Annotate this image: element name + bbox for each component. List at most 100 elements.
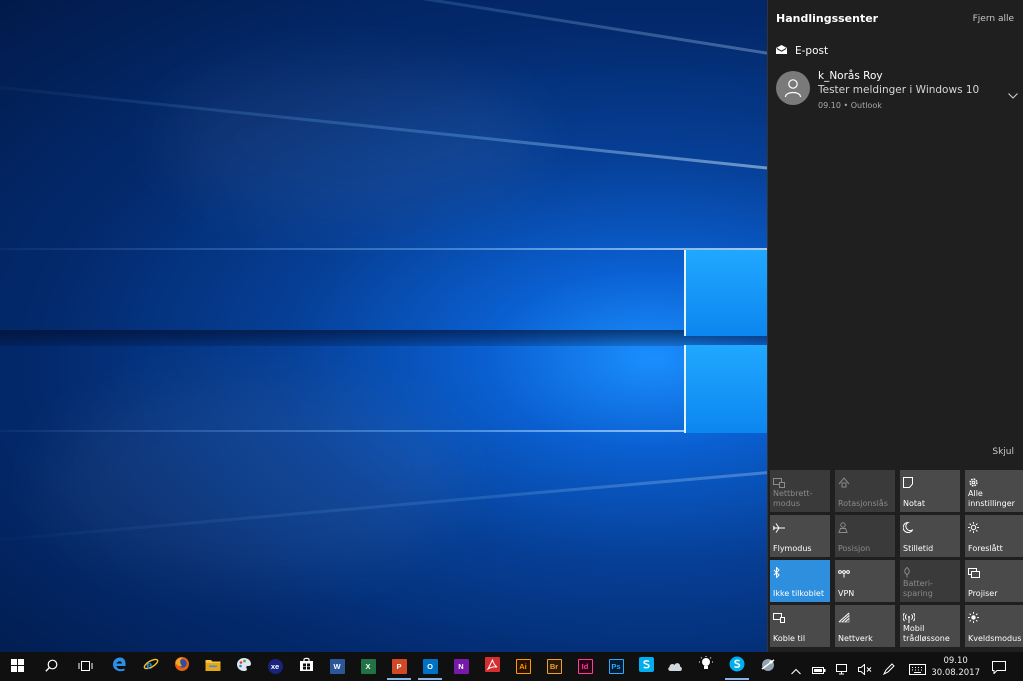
- notification-body: Tester meldinger i Windows 10: [818, 84, 980, 96]
- outlook-icon: O: [422, 658, 438, 674]
- taskbar-onenote[interactable]: N: [451, 656, 471, 676]
- task-view-icon: [78, 657, 93, 676]
- taskbar-paint[interactable]: [234, 656, 254, 676]
- start-button[interactable]: [7, 656, 27, 676]
- lightbulb-icon: [699, 656, 713, 676]
- windows-logo-icon: [10, 657, 24, 676]
- onenote-icon: N: [453, 658, 469, 674]
- project-tile[interactable]: Projiser: [965, 560, 1023, 602]
- taskbar-tips[interactable]: [696, 656, 716, 676]
- taskbar-bridge[interactable]: Br: [544, 656, 564, 676]
- skype-business-icon: [729, 656, 745, 676]
- bluetooth-tile[interactable]: Ikke tilkoblet: [770, 560, 830, 602]
- keyboard-icon[interactable]: [909, 660, 926, 679]
- taskbar-excel[interactable]: X: [358, 656, 378, 676]
- bridge-icon: Br: [546, 658, 562, 674]
- taskbar: e xe W X P O N Ai Br Id Ps 09.10 30.08.2…: [0, 652, 1023, 681]
- xe-icon: xe: [267, 658, 283, 674]
- svg-text:e: e: [146, 657, 152, 672]
- action-center-icon[interactable]: [992, 659, 1006, 678]
- satellite-icon: [760, 657, 776, 676]
- taskbar-store[interactable]: [296, 656, 316, 676]
- note-icon: [903, 473, 913, 492]
- windows-logo-pane-bottom: [686, 345, 767, 433]
- chevron-down-icon[interactable]: [1008, 84, 1018, 103]
- taskbar-powerpoint[interactable]: P: [387, 656, 411, 680]
- notification-meta: 09.10 • Outlook: [818, 101, 882, 110]
- pen-workspace-icon[interactable]: [882, 660, 895, 679]
- taskbar-pinned-app[interactable]: [758, 656, 778, 676]
- collapse-button[interactable]: Skjul: [992, 447, 1014, 457]
- clock-time: 09.10: [943, 656, 968, 666]
- internet-explorer-icon: e: [143, 656, 159, 676]
- search-icon: [44, 657, 58, 676]
- suggested-tile[interactable]: Foreslått: [965, 515, 1023, 557]
- taskbar-firefox[interactable]: [172, 656, 192, 676]
- taskbar-internet-explorer[interactable]: e: [141, 656, 161, 676]
- taskbar-cloud-app[interactable]: [665, 656, 685, 676]
- taskbar-skype-business[interactable]: [725, 656, 749, 680]
- wifi-icon: [838, 608, 850, 627]
- airplane-icon: [773, 518, 785, 537]
- notification-group-header[interactable]: E-post: [776, 45, 828, 57]
- mobile-hotspot-tile[interactable]: Mobil trådløssone: [900, 605, 960, 647]
- battery-saver-tile[interactable]: Batteri- sparing: [900, 560, 960, 602]
- store-bag-icon: [299, 657, 314, 676]
- running-indicator: [418, 678, 442, 680]
- taskbar-indesign[interactable]: Id: [575, 656, 595, 676]
- notification-group-label: E-post: [795, 45, 829, 57]
- powerpoint-icon: P: [391, 658, 407, 674]
- folder-icon: [205, 657, 221, 676]
- airplane-mode-tile[interactable]: Flymodus: [770, 515, 830, 557]
- volume-muted-icon[interactable]: [858, 660, 872, 679]
- taskbar-illustrator[interactable]: Ai: [513, 656, 533, 676]
- connect-tile[interactable]: Koble til: [770, 605, 830, 647]
- all-settings-tile[interactable]: Alle innstillinger: [965, 470, 1023, 512]
- action-center-panel: Handlingssenter Fjern alle E-post k_Norå…: [767, 0, 1023, 652]
- skype-icon: [638, 656, 654, 676]
- running-indicator: [725, 678, 749, 680]
- action-center-title: Handlingssenter: [776, 12, 879, 25]
- clock-date: 30.08.2017: [931, 668, 980, 678]
- rotation-lock-tile[interactable]: Rotasjonslås: [835, 470, 895, 512]
- note-tile[interactable]: Notat: [900, 470, 960, 512]
- mail-icon: [776, 45, 787, 57]
- moon-icon: [902, 518, 914, 537]
- taskbar-edge[interactable]: [109, 656, 129, 676]
- taskbar-outlook[interactable]: O: [418, 656, 442, 680]
- network-tile[interactable]: Nettverk: [835, 605, 895, 647]
- taskbar-photoshop[interactable]: Ps: [606, 656, 626, 676]
- rotation-lock-icon: [838, 473, 850, 492]
- clear-all-button[interactable]: Fjern alle: [973, 14, 1014, 24]
- taskbar-acrobat[interactable]: [482, 656, 502, 676]
- notification-sender: k_Norås Roy: [818, 70, 883, 82]
- task-view-button[interactable]: [75, 656, 95, 676]
- avatar: [776, 71, 810, 105]
- paint-palette-icon: [236, 657, 252, 676]
- vpn-tile[interactable]: VPN: [835, 560, 895, 602]
- notification-card[interactable]: k_Norås Roy Tester meldinger i Windows 1…: [776, 68, 1020, 116]
- firefox-icon: [174, 656, 190, 676]
- sun-icon: [968, 608, 979, 627]
- vpn-icon: [838, 563, 850, 582]
- chevron-up-icon[interactable]: [791, 660, 801, 679]
- search-button[interactable]: [41, 656, 61, 676]
- location-tile[interactable]: Posisjon: [835, 515, 895, 557]
- connect-icon: [773, 608, 785, 627]
- taskbar-word[interactable]: W: [327, 656, 347, 676]
- taskbar-file-explorer[interactable]: [203, 656, 223, 676]
- network-icon[interactable]: [836, 660, 849, 679]
- taskbar-skype[interactable]: [636, 656, 656, 676]
- quiet-hours-tile[interactable]: Stilletid: [900, 515, 960, 557]
- taskbar-xe-currency[interactable]: xe: [265, 656, 285, 676]
- edge-icon: [112, 657, 127, 676]
- taskbar-clock[interactable]: 09.10 30.08.2017: [931, 655, 980, 679]
- night-light-tile[interactable]: Kveldsmodus: [965, 605, 1023, 647]
- word-icon: W: [329, 658, 345, 674]
- photoshop-icon: Ps: [608, 658, 624, 674]
- wallpaper-shadow-band: [0, 330, 767, 346]
- running-indicator: [387, 678, 411, 680]
- indesign-icon: Id: [577, 658, 593, 674]
- battery-icon[interactable]: [812, 660, 826, 679]
- tablet-mode-tile[interactable]: Nettbrett- modus: [770, 470, 830, 512]
